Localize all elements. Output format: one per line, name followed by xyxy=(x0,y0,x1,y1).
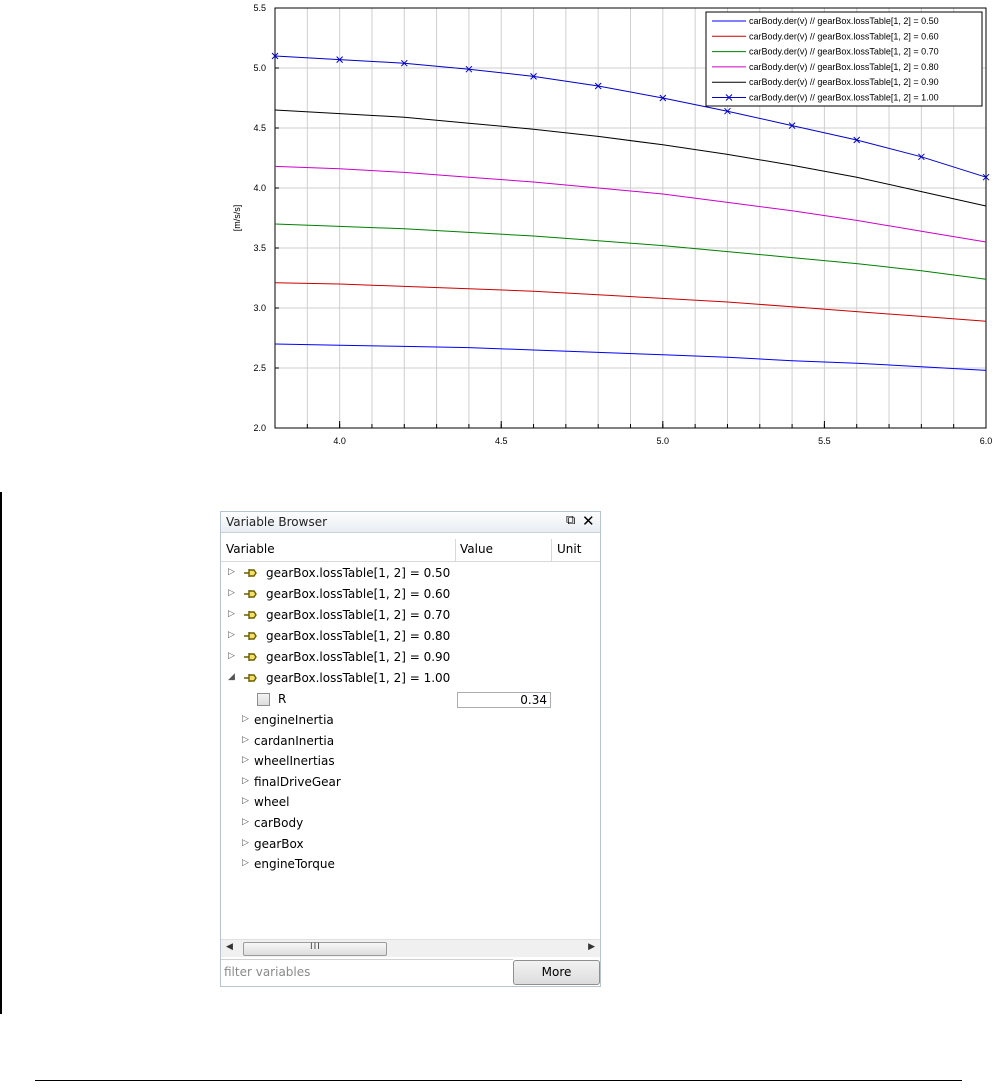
y-tick-label: 2.0 xyxy=(253,423,266,433)
result-label: gearBox.lossTable[1, 2] = 0.90 xyxy=(266,650,451,664)
component-label: finalDriveGear xyxy=(254,775,341,789)
result-row[interactable]: ▷ gearBox.lossTable[1, 2] = 0.70 xyxy=(221,606,600,626)
component-row[interactable]: ▷ carBody xyxy=(221,814,600,834)
horizontal-scrollbar[interactable]: ◀ III ▶ xyxy=(221,939,600,957)
legend-entry: carBody.der(v) // gearBox.lossTable[1, 2… xyxy=(749,31,939,41)
result-label: gearBox.lossTable[1, 2] = 0.80 xyxy=(266,629,451,643)
component-label: wheelInertias xyxy=(254,754,335,768)
component-label: cardanInertia xyxy=(254,734,335,748)
left-margin-rule xyxy=(0,492,2,1014)
result-label: gearBox.lossTable[1, 2] = 0.50 xyxy=(266,566,451,580)
pin-icon[interactable] xyxy=(242,628,258,644)
y-tick-label: 2.5 xyxy=(253,363,266,373)
filter-input[interactable]: filter variables xyxy=(221,959,513,985)
component-row[interactable]: ▷ wheel xyxy=(221,793,600,813)
expand-arrow-icon[interactable]: ▷ xyxy=(242,796,249,806)
column-unit[interactable]: Unit xyxy=(557,542,581,556)
component-label: carBody xyxy=(254,816,304,830)
component-row[interactable]: ▷ engineInertia xyxy=(221,711,600,731)
component-row[interactable]: ▷ engineTorque xyxy=(221,855,600,875)
expand-arrow-icon[interactable]: ▷ xyxy=(242,735,249,745)
parameter-row: R 0.34 xyxy=(221,690,600,710)
more-button[interactable]: More xyxy=(513,960,600,985)
column-value[interactable]: Value xyxy=(460,542,493,556)
pin-icon[interactable] xyxy=(242,586,258,602)
panel-title: Variable Browser xyxy=(226,515,328,529)
undock-icon[interactable]: ⧉ xyxy=(566,513,580,529)
expand-arrow-icon[interactable]: ▷ xyxy=(228,630,235,640)
result-label: gearBox.lossTable[1, 2] = 0.60 xyxy=(266,587,451,601)
scroll-right-icon[interactable]: ▶ xyxy=(588,942,595,952)
component-label: gearBox xyxy=(254,837,304,851)
result-row-expanded[interactable]: ◢ gearBox.lossTable[1, 2] = 1.00 xyxy=(221,669,600,689)
result-row[interactable]: ▷ gearBox.lossTable[1, 2] = 0.60 xyxy=(221,585,600,605)
line-chart: 2.0 2.5 3.0 3.5 4.0 4.5 5.0 5.5 4.0 4.5 5.0 5.5 6.0 [… xyxy=(232,3,993,446)
y-tick-label: 5.0 xyxy=(253,63,266,73)
component-row[interactable]: ▷ wheelInertias xyxy=(221,752,600,772)
parameter-name: R xyxy=(278,692,287,706)
component-label: engineTorque xyxy=(254,857,335,871)
collapse-arrow-icon[interactable]: ◢ xyxy=(228,672,235,682)
x-tick-label: 4.5 xyxy=(495,436,508,446)
scroll-left-icon[interactable]: ◀ xyxy=(226,942,233,952)
y-tick-label: 5.5 xyxy=(253,3,266,13)
expand-arrow-icon[interactable]: ▷ xyxy=(242,858,249,868)
legend-entry: carBody.der(v) // gearBox.lossTable[1, 2… xyxy=(749,47,939,57)
close-icon[interactable]: ✕ xyxy=(582,512,596,530)
pin-icon[interactable] xyxy=(242,670,258,686)
x-tick-label: 5.5 xyxy=(818,436,831,446)
variable-tree: ▷ gearBox.lossTable[1, 2] = 0.50 ▷ gearB… xyxy=(221,564,600,939)
parameter-value-field[interactable]: 0.34 xyxy=(457,692,551,708)
column-header: Variable Value Unit xyxy=(221,539,600,562)
result-label: gearBox.lossTable[1, 2] = 1.00 xyxy=(266,671,451,685)
y-axis-label: [m/s/s] xyxy=(232,205,242,232)
variable-browser-panel: Variable Browser ⧉ ✕ Variable Value Unit… xyxy=(220,511,601,987)
legend-entry: carBody.der(v) // gearBox.lossTable[1, 2… xyxy=(749,77,939,87)
expand-arrow-icon[interactable]: ▷ xyxy=(228,588,235,598)
legend-entry: carBody.der(v) // gearBox.lossTable[1, 2… xyxy=(749,62,939,72)
component-row[interactable]: ▷ gearBox xyxy=(221,835,600,855)
plot-checkbox[interactable] xyxy=(257,693,270,706)
expand-arrow-icon[interactable]: ▷ xyxy=(228,567,235,577)
y-tick-label: 4.0 xyxy=(253,183,266,193)
expand-arrow-icon[interactable]: ▷ xyxy=(228,609,235,619)
result-row[interactable]: ▷ gearBox.lossTable[1, 2] = 0.90 xyxy=(221,648,600,668)
scrollbar-thumb[interactable]: III xyxy=(243,942,387,956)
component-label: engineInertia xyxy=(254,713,334,727)
x-tick-label: 6.0 xyxy=(980,436,993,446)
expand-arrow-icon[interactable]: ▷ xyxy=(242,776,249,786)
pin-icon[interactable] xyxy=(242,565,258,581)
panel-title-bar: Variable Browser ⧉ ✕ xyxy=(221,512,600,533)
component-row[interactable]: ▷ cardanInertia xyxy=(221,732,600,752)
column-variable[interactable]: Variable xyxy=(226,542,275,556)
grip-icon: III xyxy=(310,942,321,952)
expand-arrow-icon[interactable]: ▷ xyxy=(242,714,249,724)
column-divider[interactable] xyxy=(551,539,552,561)
expand-arrow-icon[interactable]: ▷ xyxy=(242,755,249,765)
x-tick-label: 4.0 xyxy=(333,436,346,446)
component-row[interactable]: ▷ finalDriveGear xyxy=(221,773,600,793)
component-label: wheel xyxy=(254,795,290,809)
page-bottom-rule xyxy=(35,1080,962,1081)
result-label: gearBox.lossTable[1, 2] = 0.70 xyxy=(266,608,451,622)
y-tick-label: 3.5 xyxy=(253,243,266,253)
result-row[interactable]: ▷ gearBox.lossTable[1, 2] = 0.80 xyxy=(221,627,600,647)
y-tick-label: 3.0 xyxy=(253,303,266,313)
legend-entry: carBody.der(v) // gearBox.lossTable[1, 2… xyxy=(749,93,939,103)
x-tick-label: 5.0 xyxy=(657,436,670,446)
expand-arrow-icon[interactable]: ▷ xyxy=(242,838,249,848)
result-row[interactable]: ▷ gearBox.lossTable[1, 2] = 0.50 xyxy=(221,564,600,584)
pin-icon[interactable] xyxy=(242,649,258,665)
column-divider[interactable] xyxy=(455,539,456,561)
y-tick-label: 4.5 xyxy=(253,123,266,133)
legend-entry: carBody.der(v) // gearBox.lossTable[1, 2… xyxy=(749,16,939,26)
expand-arrow-icon[interactable]: ▷ xyxy=(228,651,235,661)
pin-icon[interactable] xyxy=(242,607,258,623)
expand-arrow-icon[interactable]: ▷ xyxy=(242,817,249,827)
